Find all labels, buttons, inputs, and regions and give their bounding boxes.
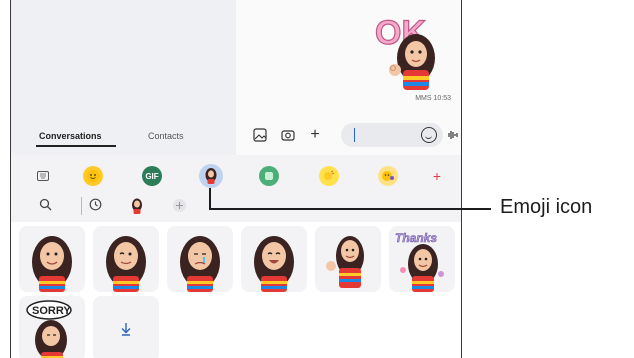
thanks-text: Thanks <box>395 231 437 245</box>
sticker-item[interactable] <box>19 226 85 292</box>
text-caret <box>354 128 355 142</box>
keyboard-icon[interactable] <box>33 166 53 186</box>
bitmoji-icon[interactable] <box>319 166 339 186</box>
tab-conversations[interactable]: Conversations <box>39 131 102 141</box>
sticker-grid: Thanks SORRY <box>11 222 461 358</box>
sticker-item[interactable] <box>241 226 307 292</box>
sticker-item[interactable] <box>315 226 381 292</box>
gif-icon[interactable]: GIF <box>142 166 162 186</box>
emoji-face-icon[interactable] <box>83 166 103 186</box>
gallery-icon[interactable] <box>253 128 267 142</box>
device-screen: OK MMS 10:53 Conversations Contacts + GI… <box>10 0 462 358</box>
message-timestamp: MMS 10:53 <box>415 95 451 102</box>
sticker-toolbar: GIF + <box>11 160 461 192</box>
callout-leader-vertical <box>209 188 211 210</box>
sticker-icon[interactable] <box>259 166 279 186</box>
sticker-subtoolbar <box>11 194 461 220</box>
animated-emoji-icon[interactable] <box>378 166 398 186</box>
add-pack-icon[interactable] <box>171 198 187 214</box>
sticker-item[interactable] <box>93 226 159 292</box>
voice-record-icon[interactable] <box>445 128 459 142</box>
camera-icon[interactable] <box>281 128 295 142</box>
message-input[interactable] <box>341 123 443 147</box>
sticker-item[interactable]: SORRY <box>19 296 85 358</box>
download-icon <box>121 323 131 336</box>
divider <box>81 197 82 215</box>
avatar-emoji-icon[interactable] <box>199 164 223 188</box>
plus-icon[interactable]: + <box>427 166 447 186</box>
download-more-button[interactable] <box>93 296 159 358</box>
sorry-text: SORRY <box>32 305 71 317</box>
search-icon[interactable] <box>37 198 53 214</box>
sticker-item[interactable]: Thanks <box>389 226 455 292</box>
attach-plus-icon[interactable]: + <box>308 127 322 143</box>
tab-contacts[interactable]: Contacts <box>148 131 184 141</box>
ok-sticker[interactable]: OK <box>371 10 457 96</box>
sticker-item[interactable] <box>167 226 233 292</box>
tab-underline <box>36 145 116 147</box>
recent-clock-icon[interactable] <box>87 198 103 214</box>
emoji-keyboard-icon[interactable] <box>421 127 437 143</box>
avatar-pack-icon[interactable] <box>129 198 145 214</box>
callout-leader-horizontal <box>209 208 491 210</box>
callout-label: Emoji icon <box>500 196 593 218</box>
